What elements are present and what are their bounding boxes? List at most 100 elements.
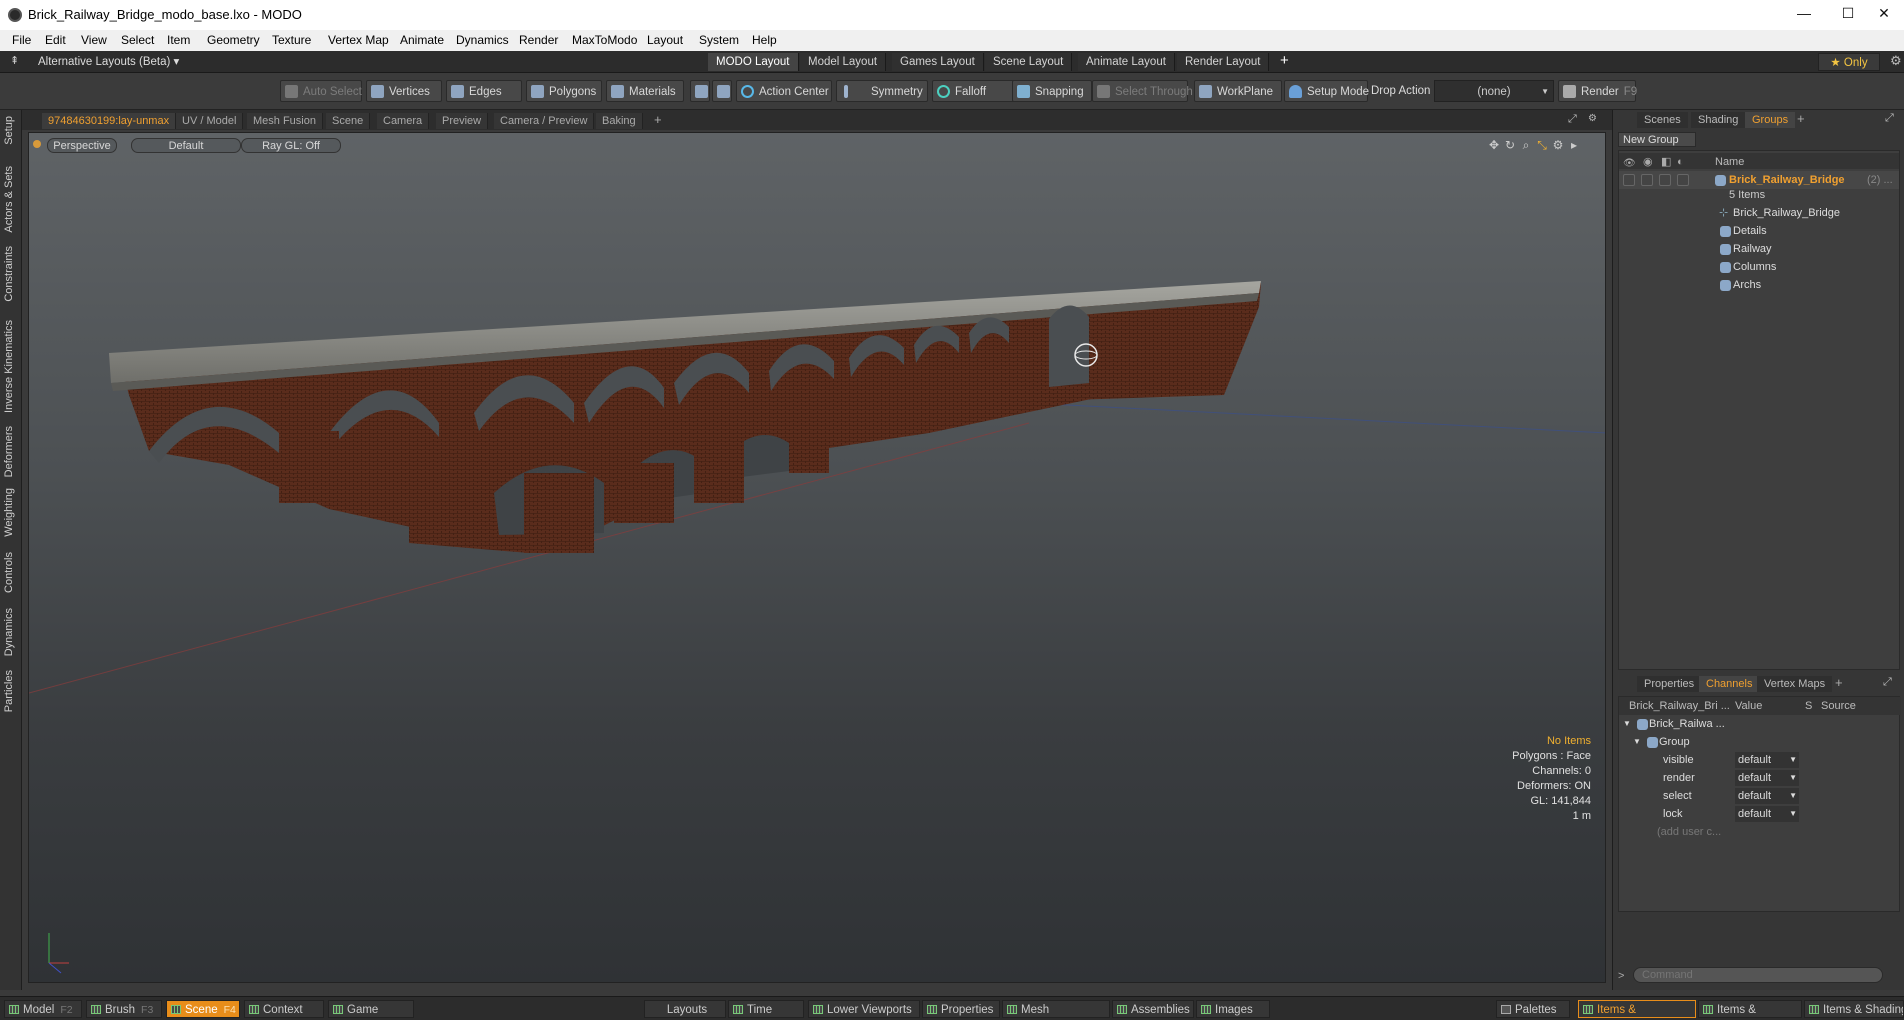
- tab-uv-model[interactable]: UV / Model: [176, 113, 244, 129]
- menu-file[interactable]: File: [12, 33, 31, 47]
- 3d-viewport[interactable]: Perspective Default Ray GL: Off ✥ ↻ ⌕ ⤡ …: [28, 132, 1606, 983]
- add-layout-button[interactable]: +: [1280, 52, 1289, 69]
- workplane-button[interactable]: WorkPlane: [1194, 80, 1282, 102]
- side-tab-constraints[interactable]: Constraints: [3, 246, 15, 302]
- add-panel-tab-button[interactable]: +: [1797, 111, 1805, 126]
- only-toggle[interactable]: ★ Only: [1818, 53, 1880, 71]
- alternative-layouts-dropdown[interactable]: Alternative Layouts (Beta) ▾: [38, 54, 179, 68]
- tab-baking[interactable]: Baking: [596, 113, 643, 129]
- auto-select-button[interactable]: Auto Select: [280, 80, 362, 102]
- add-viewport-tab-button[interactable]: +: [654, 112, 662, 127]
- group-render-toggle[interactable]: [1641, 174, 1653, 186]
- menu-vertex-map[interactable]: Vertex Map: [328, 33, 389, 47]
- menu-dynamics[interactable]: Dynamics: [456, 33, 509, 47]
- select-mode-button-1[interactable]: [690, 80, 710, 102]
- setup-mode-button[interactable]: Setup Mode: [1284, 80, 1369, 102]
- channel-root-row[interactable]: ▼ Brick_Railwa ...: [1619, 715, 1901, 733]
- tab-vertex-maps[interactable]: Vertex Maps: [1757, 676, 1833, 692]
- tab-scenes[interactable]: Scenes: [1637, 112, 1688, 128]
- action-center-button[interactable]: Action Center: [736, 80, 832, 102]
- menu-help[interactable]: Help: [752, 33, 777, 47]
- menu-layout[interactable]: Layout: [647, 33, 683, 47]
- items-shading-button[interactable]: Items & Shading: [1804, 1000, 1904, 1018]
- tab-shading[interactable]: Shading: [1691, 112, 1746, 128]
- side-tab-setup[interactable]: Setup: [3, 116, 15, 145]
- tab-scene[interactable]: Scene: [326, 113, 371, 129]
- render-button[interactable]: Render F9: [1558, 80, 1637, 102]
- tab-animate-layout[interactable]: Animate Layout: [1078, 53, 1175, 71]
- materials-button[interactable]: Materials: [606, 80, 684, 102]
- snapping-button[interactable]: Snapping: [1012, 80, 1092, 102]
- game-tools-button[interactable]: Game Tools: [328, 1000, 414, 1018]
- channel-value-select[interactable]: default ▼: [1735, 752, 1799, 768]
- menu-maxtomodo[interactable]: MaxToModo: [572, 33, 637, 47]
- tab-mesh-fusion[interactable]: Mesh Fusion: [247, 113, 323, 129]
- items-groups-button[interactable]: Items & Groups: [1698, 1000, 1802, 1018]
- scene-mode-button[interactable]: Scene F4: [166, 1000, 240, 1018]
- viewport-options-icon[interactable]: ⚙: [1588, 113, 1597, 124]
- context-button[interactable]: Context: [244, 1000, 324, 1018]
- channels-expand-icon[interactable]: ⤢: [1883, 676, 1892, 689]
- collapse-arrow-icon[interactable]: ⇞: [10, 54, 19, 67]
- symmetry-button[interactable]: Symmetry: [836, 80, 928, 102]
- layouts-button[interactable]: Layouts: [644, 1000, 726, 1018]
- group-select-toggle[interactable]: [1677, 174, 1689, 186]
- expand-caret-icon[interactable]: ▼: [1623, 715, 1631, 733]
- menu-texture[interactable]: Texture: [272, 33, 311, 47]
- menu-system[interactable]: System: [699, 33, 739, 47]
- channel-row-select[interactable]: select default ▼: [1619, 787, 1901, 805]
- tab-scene-layout[interactable]: Scene Layout: [985, 53, 1073, 71]
- menu-geometry[interactable]: Geometry: [207, 33, 260, 47]
- properties-button[interactable]: Properties: [922, 1000, 1000, 1018]
- tab-properties[interactable]: Properties: [1637, 676, 1702, 692]
- menu-edit[interactable]: Edit: [45, 33, 66, 47]
- side-tab-weighting[interactable]: Weighting: [3, 488, 15, 537]
- brush-mode-button[interactable]: Brush F3: [86, 1000, 162, 1018]
- menu-animate[interactable]: Animate: [400, 33, 444, 47]
- vertices-button[interactable]: Vertices: [366, 80, 442, 102]
- model-mode-button[interactable]: Model F2: [4, 1000, 82, 1018]
- side-tab-dynamics[interactable]: Dynamics: [3, 608, 15, 656]
- items-properties-button[interactable]: Items & Properties: [1578, 1000, 1696, 1018]
- palettes-button[interactable]: Palettes: [1496, 1000, 1570, 1018]
- maximize-button[interactable]: ☐: [1838, 5, 1858, 25]
- add-user-channel-row[interactable]: (add user c...: [1619, 823, 1901, 841]
- mesh-operations-button[interactable]: Mesh Operations: [1002, 1000, 1110, 1018]
- side-tab-deformers[interactable]: Deformers: [3, 426, 15, 477]
- gear-icon[interactable]: ⚙: [1890, 53, 1902, 69]
- tab-camera-preview[interactable]: Camera / Preview: [494, 113, 595, 129]
- polygons-button[interactable]: Polygons: [526, 80, 602, 102]
- lower-viewports-button[interactable]: Lower Viewports: [808, 1000, 920, 1018]
- channel-sub-row[interactable]: ▼ Group: [1619, 733, 1901, 751]
- tab-viewport-main[interactable]: 97484630199:lay-unmax: [42, 113, 177, 129]
- group-child-row[interactable]: Railway: [1619, 240, 1899, 258]
- close-button[interactable]: ✕: [1874, 5, 1894, 25]
- tab-groups[interactable]: Groups: [1745, 112, 1796, 128]
- tab-games-layout[interactable]: Games Layout: [892, 53, 984, 71]
- side-tab-actors-sets[interactable]: Actors & Sets: [3, 166, 15, 233]
- edges-button[interactable]: Edges: [446, 80, 522, 102]
- new-group-button[interactable]: New Group: [1618, 132, 1696, 147]
- select-through-button[interactable]: Select Through: [1092, 80, 1193, 102]
- channel-row-visible[interactable]: visible default ▼: [1619, 751, 1901, 769]
- falloff-button[interactable]: Falloff: [932, 80, 1014, 102]
- expand-icon[interactable]: ⤢: [1568, 113, 1577, 126]
- tab-render-layout[interactable]: Render Layout: [1177, 53, 1270, 71]
- minimize-button[interactable]: —: [1794, 5, 1814, 25]
- side-tab-inverse-kinematics[interactable]: Inverse Kinematics: [3, 320, 15, 413]
- tab-preview[interactable]: Preview: [436, 113, 489, 129]
- group-visibility-toggle[interactable]: [1623, 174, 1635, 186]
- side-tab-controls[interactable]: Controls: [3, 552, 15, 593]
- channel-value-select[interactable]: default ▼: [1735, 788, 1799, 804]
- group-child-row[interactable]: Details: [1619, 222, 1899, 240]
- group-child-row[interactable]: ⊹ Brick_Railway_Bridge: [1619, 204, 1899, 222]
- channel-row-render[interactable]: render default ▼: [1619, 769, 1901, 787]
- select-mode-button-2[interactable]: [712, 80, 732, 102]
- images-button[interactable]: Images: [1196, 1000, 1270, 1018]
- channel-row-lock[interactable]: lock default ▼: [1619, 805, 1901, 823]
- group-lock-toggle[interactable]: [1659, 174, 1671, 186]
- panel-expand-icon[interactable]: ⤢: [1885, 112, 1894, 125]
- channel-value-select[interactable]: default ▼: [1735, 770, 1799, 786]
- tab-channels[interactable]: Channels: [1699, 676, 1760, 692]
- tab-modo-layout[interactable]: MODO Layout: [708, 53, 799, 71]
